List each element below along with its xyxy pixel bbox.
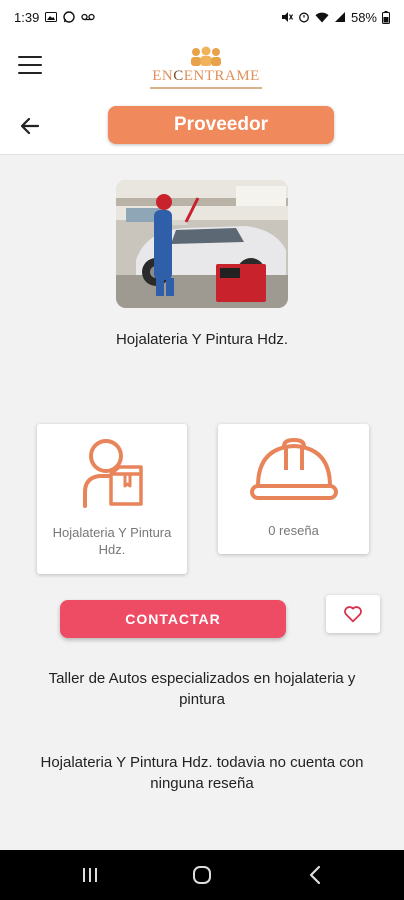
back-nav-icon[interactable] [304, 864, 328, 886]
battery-icon [382, 10, 390, 24]
system-nav-bar [0, 850, 404, 900]
hamburger-menu-icon[interactable] [18, 56, 42, 74]
people-logo-icon [191, 46, 221, 66]
logo-text-en: EN [152, 68, 174, 84]
provider-card[interactable]: Hojalateria Y Pintura Hdz. [37, 424, 187, 574]
status-right: 58% [281, 10, 390, 25]
logo-text-c: C [173, 68, 184, 84]
logo-text: ENCENTRAME [144, 68, 268, 85]
wifi-icon [315, 12, 329, 22]
voicemail-icon [81, 13, 95, 21]
no-reviews-message: Hojalateria Y Pintura Hdz. todavia no cu… [40, 754, 364, 792]
whatsapp-icon [63, 11, 76, 23]
status-left: 1:39 [14, 10, 95, 25]
signal-icon [334, 12, 345, 22]
logo-underline [150, 87, 262, 89]
app-logo: ENCENTRAME [144, 46, 268, 92]
favorite-button[interactable] [326, 595, 380, 633]
heart-icon [344, 606, 362, 623]
gallery-icon [45, 12, 58, 22]
page-title: Proveedor [108, 106, 334, 144]
provider-name: Hojalateria Y Pintura Hdz. [115, 331, 289, 348]
status-time: 1:39 [14, 9, 40, 25]
back-arrow-icon[interactable] [18, 114, 42, 138]
provider-image [116, 180, 288, 308]
menu-line [18, 64, 42, 66]
menu-line [18, 56, 42, 58]
hard-hat-icon [250, 437, 338, 500]
status-bar: 1:39 58% [0, 0, 404, 34]
app-header: ENCENTRAME Proveedor [0, 34, 404, 155]
alarm-icon [299, 12, 309, 23]
mute-icon [281, 12, 293, 22]
reviews-count: 0 reseña [268, 523, 319, 538]
delivery-person-icon [83, 439, 143, 508]
logo-text-entrame: ENTRAME [183, 68, 260, 84]
workshop-photo [116, 180, 288, 308]
contact-button[interactable]: CONTACTAR [60, 600, 286, 638]
recent-apps-icon[interactable] [78, 864, 102, 886]
menu-line [18, 72, 42, 74]
battery-percent: 58% [350, 9, 377, 25]
provider-card-name: Hojalateria Y Pintura Hdz. [52, 525, 172, 557]
provider-description: Taller de Autos especializados en hojala… [48, 670, 356, 708]
reviews-card[interactable]: 0 reseña [218, 424, 369, 554]
home-icon[interactable] [190, 864, 214, 886]
